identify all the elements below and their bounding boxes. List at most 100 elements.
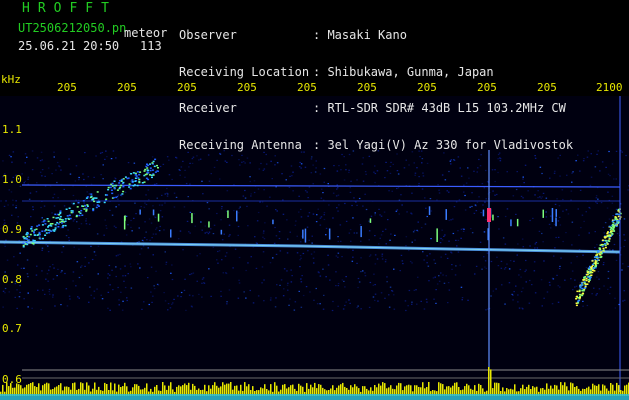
noise-speck [380,215,383,217]
noise-speck [602,226,605,228]
meteor-echo-left [61,222,64,224]
noise-speck [622,263,624,265]
meteor-echo-left [130,173,133,175]
noise-speck [65,288,68,290]
noise-speck [337,240,339,243]
noise-speck [353,197,355,199]
noise-speck [613,178,615,180]
noise-speck [226,303,228,305]
noise-speck [481,183,484,185]
noise-speck [496,193,498,196]
signal-strength-bar [86,382,88,396]
noise-speck [342,308,345,310]
noise-speck [257,211,260,214]
app-logo: HROFFT [22,1,117,16]
meteor-echo-left [81,214,84,216]
meteor-echo-left [121,193,124,195]
noise-speck [519,268,522,271]
noise-speck [68,295,71,297]
noise-speck [261,266,264,268]
noise-speck [412,231,415,233]
noise-speck [143,301,145,303]
noise-speck [438,280,441,282]
noise-speck [171,303,173,305]
noise-speck [623,290,625,292]
noise-speck [47,167,50,169]
noise-speck [19,252,21,254]
meteor-echo-right [594,258,597,261]
noise-speck [70,202,73,204]
meteor-echo-left [120,184,123,187]
noise-speck [90,294,92,296]
short-echo [236,210,238,222]
noise-speck [3,219,6,221]
noise-speck [286,270,288,272]
noise-speck [107,291,110,293]
meteor-echo-left [111,182,114,185]
noise-speck [341,256,343,258]
noise-speck [305,286,308,288]
noise-speck [350,240,352,242]
noise-speck [335,285,337,287]
noise-speck [590,176,593,178]
noise-speck [623,245,625,248]
meteor-echo-left [38,224,41,226]
noise-speck [17,216,19,218]
noise-speck [594,166,597,168]
noise-speck [393,268,395,270]
noise-speck [97,273,99,275]
meteor-echo-right [596,262,599,265]
noise-speck [485,218,487,221]
noise-speck [301,275,303,277]
meteor-echo-left [95,206,98,209]
meteor-echo-left [150,174,153,176]
noise-speck [553,255,555,257]
noise-speck [247,225,249,227]
noise-speck [165,263,167,265]
noise-speck [578,234,580,236]
noise-speck [417,221,419,223]
noise-speck [158,204,161,206]
noise-speck [616,232,619,235]
noise-speck [221,206,223,208]
noise-speck [356,179,358,181]
noise-speck [402,263,404,265]
noise-speck [263,238,266,240]
noise-speck [208,231,211,233]
noise-speck [590,153,592,155]
noise-speck [18,296,21,298]
noise-speck [75,285,77,287]
meteor-echo-left [138,181,141,184]
noise-speck [323,218,326,221]
noise-speck [525,269,527,271]
meteor-echo-left [44,234,47,236]
noise-speck [226,301,228,303]
noise-speck [462,230,465,232]
noise-speck [457,230,459,232]
noise-speck [35,191,38,193]
noise-speck [166,187,168,190]
noise-speck [623,299,626,301]
noise-speck [300,306,303,308]
short-echo [510,219,512,227]
noise-speck [26,156,28,158]
noise-speck [164,251,166,253]
noise-speck [47,280,49,282]
meteor-echo-right [588,267,591,270]
meteor-echo-left [59,215,62,218]
noise-speck [607,191,609,193]
noise-speck [185,309,187,311]
noise-speck [559,175,561,177]
noise-speck [304,190,307,192]
noise-speck [201,229,203,231]
meteor-echo-left [22,235,25,238]
noise-speck [26,259,29,261]
signal-strength-bar [80,382,82,396]
meteor-echo-left [34,234,36,236]
noise-speck [411,303,413,305]
noise-speck [595,195,598,197]
noise-speck [75,165,78,167]
noise-speck [269,299,272,301]
noise-speck [59,166,61,168]
meteor-echo-right [584,276,587,278]
